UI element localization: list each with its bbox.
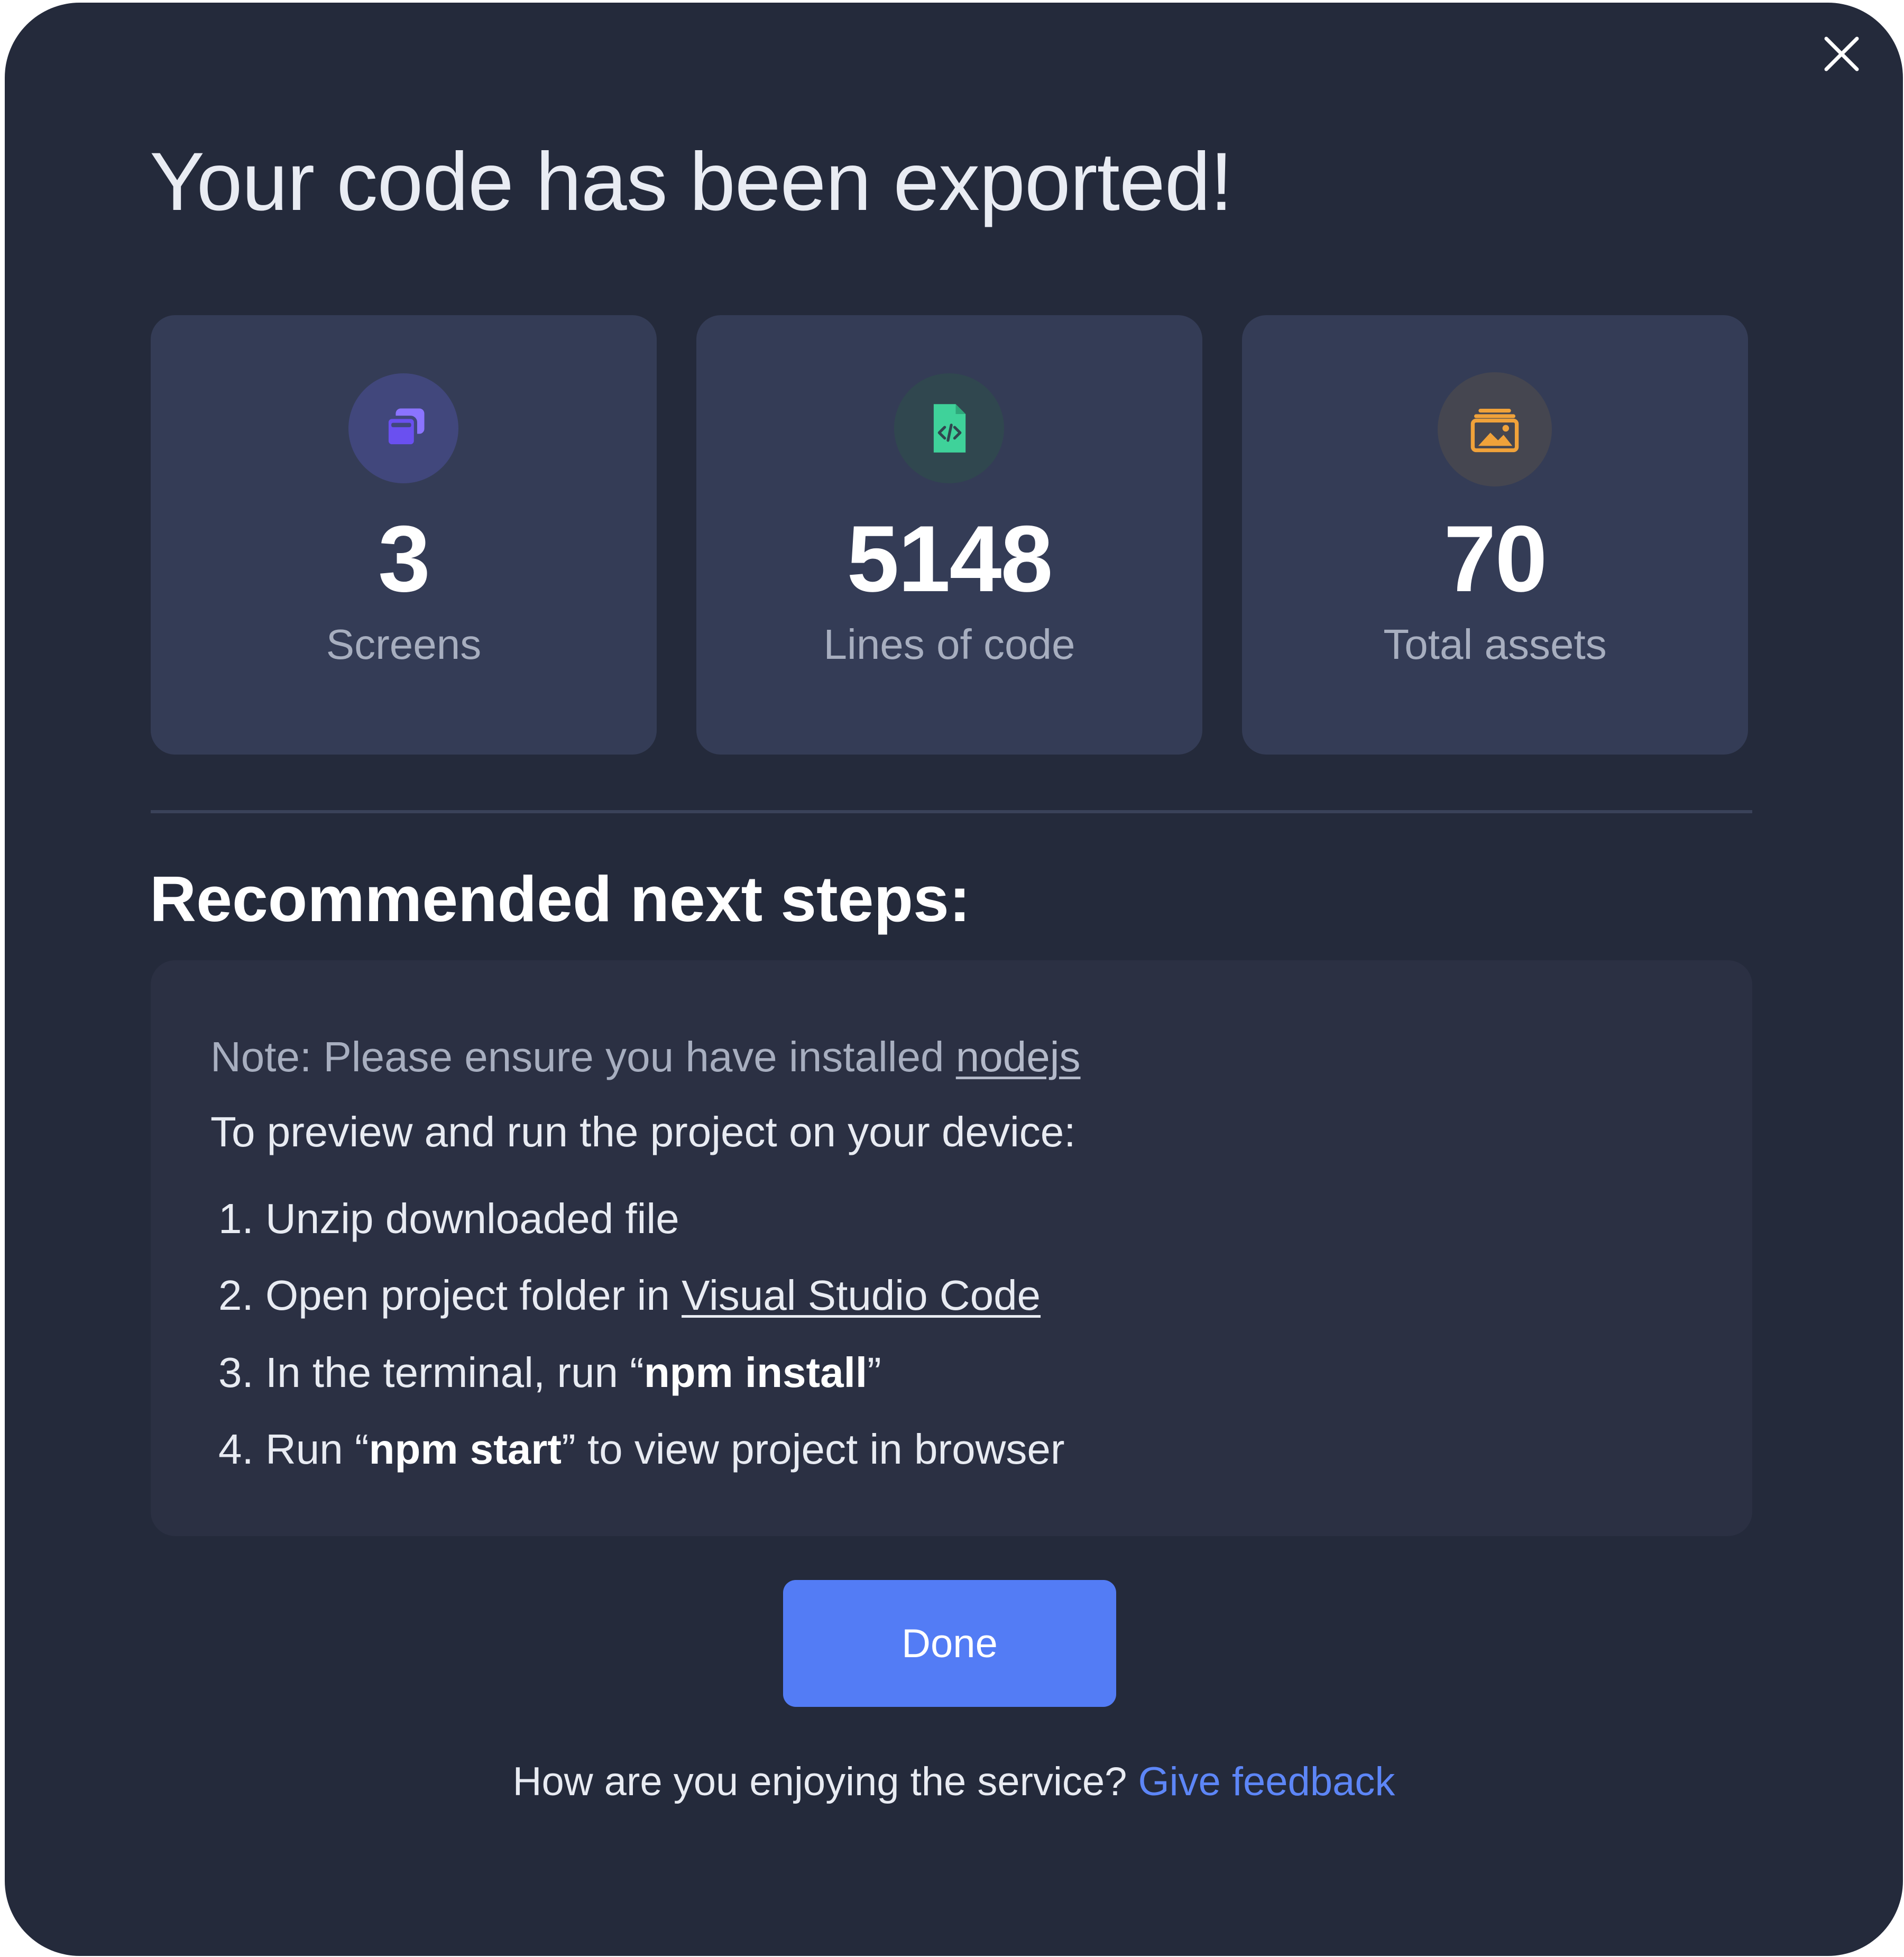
stat-label: Total assets: [1383, 621, 1607, 668]
feedback-question: How are you enjoying the service?: [512, 1759, 1138, 1804]
nodejs-link[interactable]: nodejs: [956, 1033, 1081, 1080]
stat-card-total-assets: 70 Total assets: [1242, 315, 1748, 755]
next-steps-panel: Note: Please ensure you have installed n…: [151, 960, 1752, 1536]
screens-icon: [348, 373, 458, 483]
code-file-icon: [894, 373, 1004, 483]
next-steps-title: Recommended next steps:: [150, 863, 971, 935]
stat-label: Lines of code: [823, 621, 1075, 668]
nodejs-note: Note: Please ensure you have installed n…: [210, 1033, 1081, 1081]
step-unzip: 1. Unzip downloaded file: [218, 1195, 679, 1243]
image-folder-icon: [1438, 372, 1552, 486]
dialog-title: Your code has been exported!: [150, 136, 1233, 228]
step-number: 3.: [218, 1349, 254, 1396]
close-button[interactable]: [1818, 30, 1865, 78]
give-feedback-link[interactable]: Give feedback: [1138, 1759, 1395, 1804]
divider: [151, 810, 1752, 813]
stat-value: 3: [378, 506, 430, 611]
step-open-folder: 2. Open project folder in Visual Studio …: [218, 1271, 1041, 1320]
steps-intro: To preview and run the project on your d…: [210, 1108, 1076, 1155]
step-text: Run “: [265, 1426, 369, 1473]
step-text: In the terminal, run “: [265, 1349, 644, 1396]
done-button[interactable]: Done: [783, 1580, 1116, 1707]
export-dialog: Your code has been exported! 3 Screens 5…: [5, 3, 1903, 1956]
command-npm-install: npm install: [643, 1349, 868, 1396]
step-npm-install: 3. In the terminal, run “npm install”: [218, 1348, 881, 1397]
stat-card-lines-of-code: 5148 Lines of code: [696, 315, 1202, 755]
step-text-end: ”: [867, 1349, 881, 1396]
step-text-end: ” to view project in browser: [562, 1426, 1065, 1473]
step-text: Unzip downloaded file: [265, 1195, 679, 1242]
command-npm-start: npm start: [369, 1426, 562, 1473]
step-number: 1.: [218, 1195, 254, 1242]
feedback-prompt: How are you enjoying the service? Give f…: [5, 1759, 1903, 1805]
stat-value: 5148: [847, 506, 1053, 611]
step-number: 4.: [218, 1426, 254, 1473]
stat-label: Screens: [326, 621, 482, 668]
note-text: Note: Please ensure you have installed: [210, 1033, 956, 1080]
stat-value: 70: [1443, 506, 1548, 611]
step-text: Open project folder in: [265, 1272, 682, 1319]
close-icon: [1824, 36, 1859, 71]
stat-card-screens: 3 Screens: [151, 315, 657, 755]
step-npm-start: 4. Run “npm start” to view project in br…: [218, 1425, 1065, 1474]
step-number: 2.: [218, 1272, 254, 1319]
vscode-link[interactable]: Visual Studio Code: [682, 1272, 1041, 1319]
